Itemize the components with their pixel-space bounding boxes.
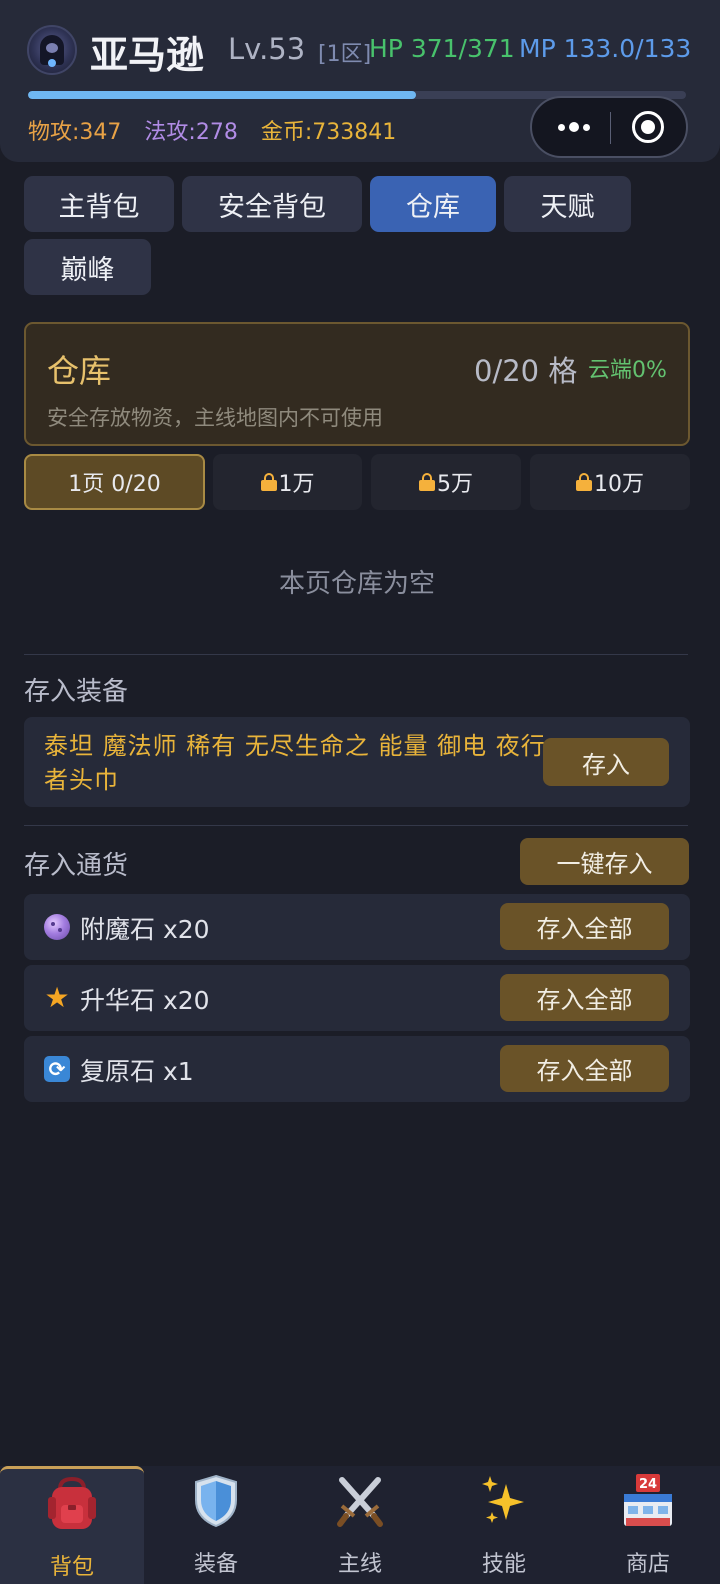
- warehouse-page-100k-locked[interactable]: 10万: [530, 454, 690, 510]
- nav-label: 技能: [481, 1552, 526, 1577]
- nav-label: 背包: [49, 1555, 94, 1580]
- nav-item-backpack[interactable]: 背包: [0, 1466, 144, 1584]
- nav-item-skills[interactable]: 技能: [432, 1466, 576, 1584]
- equipment-item-row: 泰坦 魔法师 稀有 无尽生命之 能量 御电 夜行者头巾 存入: [24, 717, 690, 807]
- close-miniprogram-icon[interactable]: [632, 111, 664, 143]
- nav-label: 主线: [337, 1552, 382, 1577]
- deposit-all-button[interactable]: 存入全部: [500, 903, 669, 950]
- capsule-divider: [610, 112, 611, 144]
- zone-label: [1区]: [318, 42, 372, 67]
- magic-attack-stat: 法攻:278: [144, 120, 238, 145]
- page-label: 1页 0/20: [68, 472, 161, 497]
- cloud-sync-status: 云端0%: [588, 358, 667, 383]
- currency-row-restore-stone: ⟳ 复原石 x1 存入全部: [24, 1036, 690, 1102]
- warehouse-page-50k-locked[interactable]: 5万: [371, 454, 521, 510]
- nav-label: 商店: [625, 1552, 670, 1577]
- deposit-equipment-button[interactable]: 存入: [543, 738, 669, 786]
- lock-icon: [576, 473, 592, 491]
- enchant-stone-icon: [44, 914, 70, 940]
- warehouse-description: 安全存放物资，主线地图内不可使用: [47, 406, 383, 430]
- warehouse-page-1[interactable]: 1页 0/20: [24, 454, 205, 510]
- lock-icon: [260, 473, 277, 491]
- tab-main-bag[interactable]: 主背包: [24, 176, 174, 232]
- deposit-all-currency-button[interactable]: 一键存入: [520, 838, 689, 885]
- equipment-item-name: 泰坦 魔法师 稀有 无尽生命之 能量 御电 夜行者头巾: [44, 732, 546, 794]
- warehouse-title: 仓库: [47, 352, 112, 390]
- deposit-currency-title: 存入通货: [24, 851, 129, 881]
- hp-readout: HP 371/371: [369, 34, 515, 63]
- deposit-all-button[interactable]: 存入全部: [500, 974, 669, 1021]
- svg-text:24: 24: [639, 1477, 657, 1492]
- page-label: 5万: [437, 472, 473, 497]
- currency-name: 复原石 x1: [80, 1057, 194, 1086]
- currency-name: 升华石 x20: [80, 986, 210, 1015]
- tab-warehouse[interactable]: 仓库: [370, 176, 496, 232]
- page-label: 10万: [594, 472, 644, 497]
- character-avatar[interactable]: [27, 25, 77, 75]
- stats-row: 物攻:347 法攻:278 金币:733841: [28, 114, 412, 146]
- currency-name: 附魔石 x20: [80, 915, 210, 944]
- deposit-all-button[interactable]: 存入全部: [500, 1045, 669, 1092]
- character-header: 亚马逊 Lv.53 [1区] HP 371/371 MP 133.0/133 物…: [0, 0, 720, 162]
- nav-item-shop[interactable]: 24 商店: [576, 1466, 720, 1584]
- empty-page-message: 本页仓库为空: [278, 569, 435, 599]
- sparkles-icon: [482, 1476, 524, 1523]
- miniprogram-capsule: [530, 96, 688, 158]
- star-icon: ★: [44, 981, 70, 1014]
- tab-talent[interactable]: 天赋: [504, 176, 631, 232]
- tab-peak[interactable]: 巅峰: [24, 239, 151, 295]
- gold-stat: 金币:733841: [260, 120, 397, 145]
- more-menu-icon[interactable]: [550, 114, 598, 140]
- crossed-swords-icon: [337, 1477, 383, 1527]
- nav-item-main-quest[interactable]: 主线: [288, 1466, 432, 1584]
- experience-bar-fill: [28, 91, 417, 99]
- character-level: Lv.53: [228, 32, 306, 66]
- nav-label: 装备: [193, 1552, 238, 1577]
- character-name: 亚马逊: [90, 33, 205, 77]
- restore-icon: ⟳: [44, 1056, 70, 1082]
- warehouse-page-10k-locked[interactable]: 1万: [213, 454, 362, 510]
- nav-item-equipment[interactable]: 装备: [144, 1466, 288, 1584]
- backpack-icon: [48, 1476, 96, 1529]
- tab-safe-bag[interactable]: 安全背包: [182, 176, 362, 232]
- currency-row-enchant-stone: 附魔石 x20 存入全部: [24, 894, 690, 960]
- mp-readout: MP 133.0/133: [519, 34, 692, 63]
- page-label: 1万: [278, 472, 315, 497]
- physical-attack-stat: 物攻:347: [28, 120, 122, 145]
- warehouse-info-card: 仓库 0/20 格 云端0% 安全存放物资，主线地图内不可使用: [24, 322, 690, 446]
- store-icon: 24: [624, 1474, 672, 1526]
- warehouse-capacity: 0/20 格: [474, 354, 578, 388]
- section-divider: [24, 654, 688, 655]
- currency-row-sublimation-stone: ★ 升华石 x20 存入全部: [24, 965, 690, 1031]
- section-divider: [24, 825, 688, 826]
- deposit-equipment-title: 存入装备: [24, 677, 129, 707]
- bottom-navigation: 背包 装备 主线 技能 24 商店: [0, 1466, 720, 1584]
- lock-icon: [419, 473, 435, 491]
- shield-icon: [195, 1474, 237, 1528]
